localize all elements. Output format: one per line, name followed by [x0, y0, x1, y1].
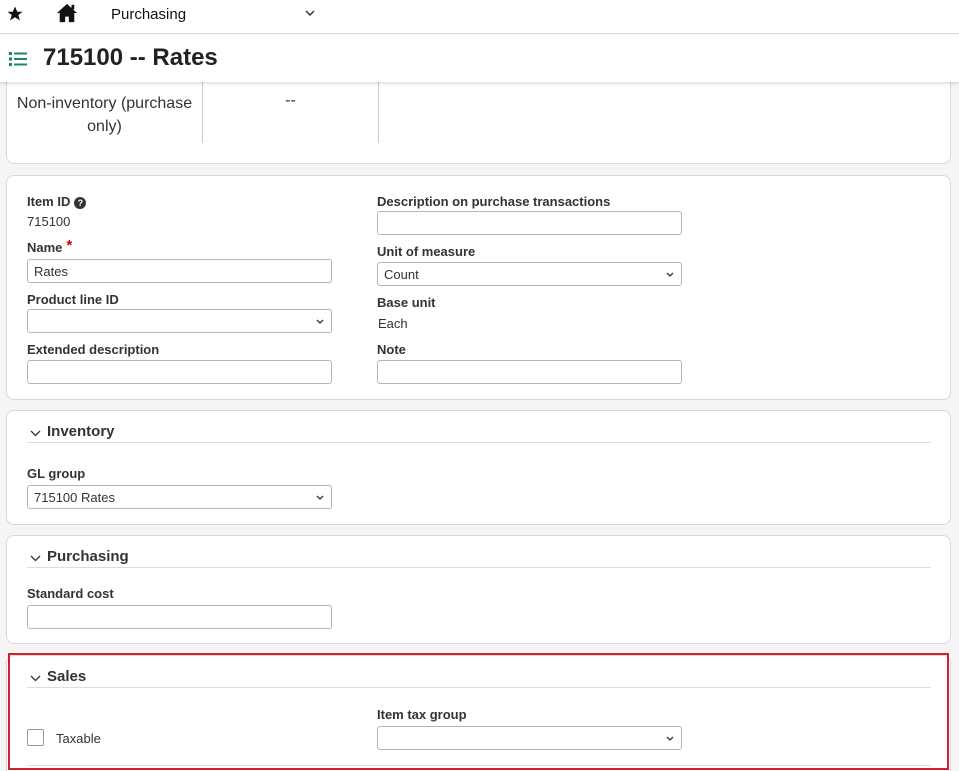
extended-description-input[interactable]: [27, 360, 332, 384]
extended-description-label: Extended description: [27, 342, 160, 357]
item-details-card: Item ID? 715100 Name * Rates Product line…: [6, 175, 951, 400]
unit-of-measure-select[interactable]: Count: [377, 262, 682, 286]
sales-section-title: Sales: [47, 668, 87, 685]
chevron-down-icon: [666, 736, 674, 741]
taxable-label: Taxable: [56, 731, 101, 746]
help-icon[interactable]: ?: [74, 197, 87, 209]
item-id-value: 715100: [27, 214, 71, 229]
star-icon[interactable]: [6, 5, 24, 23]
list-icon[interactable]: [9, 51, 27, 67]
description-purchase-label: Description on purchase transactions: [377, 194, 611, 209]
gl-group-select[interactable]: 715100 Rates: [27, 485, 332, 509]
inventory-section: Inventory GL group 715100 Rates: [6, 410, 951, 525]
summary-card: Non-inventory (purchase only) --: [6, 70, 951, 164]
standard-cost-input[interactable]: [27, 605, 332, 629]
sales-section: Sales Taxable Item tax group: [6, 655, 951, 771]
base-unit-label: Base unit: [377, 295, 436, 310]
inventory-section-title: Inventory: [47, 423, 115, 440]
base-unit-value: Each: [378, 316, 408, 331]
note-input[interactable]: [377, 360, 682, 384]
taxable-checkbox[interactable]: [27, 729, 44, 746]
chevron-down-icon: [316, 495, 324, 500]
sales-section-header[interactable]: Sales: [27, 668, 931, 688]
gl-group-label: GL group: [27, 466, 86, 481]
chevron-down-icon: [666, 272, 674, 277]
item-tax-group-label: Item tax group: [377, 707, 467, 722]
module-selector[interactable]: Purchasing: [111, 6, 186, 23]
purchasing-section-header[interactable]: Purchasing: [27, 548, 931, 568]
item-id-label: Item ID?: [27, 194, 87, 209]
chevron-down-icon: [316, 319, 324, 324]
unit-of-measure-value: Count: [384, 267, 419, 282]
inventory-section-header[interactable]: Inventory: [27, 423, 931, 443]
standard-cost-label: Standard cost: [27, 586, 114, 601]
unit-of-measure-label: Unit of measure: [377, 244, 476, 259]
purchasing-section: Purchasing Standard cost: [6, 535, 951, 644]
gl-group-value: 715100 Rates: [34, 490, 115, 505]
item-tax-group-select[interactable]: [377, 726, 682, 750]
page-title: 715100 -- Rates: [43, 44, 218, 71]
page-header: 715100 -- Rates: [0, 35, 959, 82]
chevron-down-icon: [30, 430, 41, 437]
name-label: Name *: [27, 237, 73, 255]
product-line-label: Product line ID: [27, 292, 119, 307]
purchasing-section-title: Purchasing: [47, 548, 129, 565]
name-input[interactable]: Rates: [27, 259, 332, 283]
chevron-down-icon: [30, 675, 41, 682]
note-label: Note: [377, 342, 406, 357]
required-asterisk: *: [66, 237, 73, 254]
home-icon[interactable]: [56, 3, 78, 23]
chevron-down-icon[interactable]: [305, 9, 315, 17]
description-purchase-input[interactable]: [377, 211, 682, 235]
top-nav-bar: Purchasing: [0, 0, 959, 34]
product-line-select[interactable]: [27, 309, 332, 333]
sales-divider: [27, 765, 931, 766]
chevron-down-icon: [30, 555, 41, 562]
